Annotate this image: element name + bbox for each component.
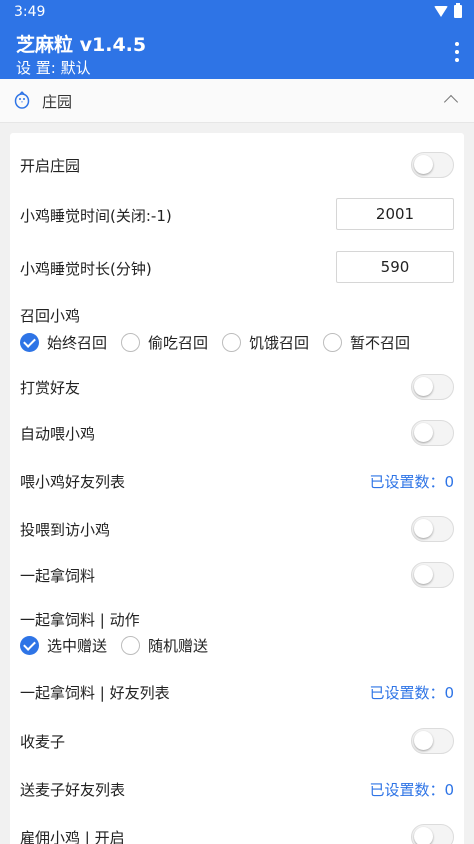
hire-chicken-toggle[interactable] (411, 824, 454, 844)
radio-action-selected-gift[interactable]: 选中赠送 (20, 635, 107, 656)
sleep-time-input[interactable]: 2001 (336, 198, 454, 230)
setting-label: 召回小鸡 (20, 307, 81, 325)
status-time: 3:49 (14, 4, 46, 20)
setting-hire-chicken: 雇佣小鸡 | 开启 (10, 822, 464, 844)
setting-label: 投喂到访小鸡 (20, 521, 111, 539)
radio-action-random-gift[interactable]: 随机赠送 (121, 635, 208, 656)
setting-feed-visiting: 投喂到访小鸡 (10, 514, 464, 544)
radio-recall-steal[interactable]: 偷吃召回 (121, 332, 208, 353)
setting-sleep-duration: 小鸡睡觉时长(分钟) 590 (10, 251, 464, 285)
setting-collect-feed: 一起拿饲料 (10, 560, 464, 590)
setting-label: 一起拿饲料 | 动作 (20, 611, 140, 629)
status-bar: 3:49 (0, 0, 474, 24)
sleep-duration-input[interactable]: 590 (336, 251, 454, 283)
setting-sleep-time: 小鸡睡觉时间(关闭:-1) 2001 (10, 198, 464, 232)
setting-auto-feed: 自动喂小鸡 (10, 418, 464, 448)
collect-feed-friend-count[interactable]: 已设置数：0 (369, 682, 454, 703)
radio-recall-hungry[interactable]: 饥饿召回 (222, 332, 309, 353)
section-title: 庄园 (42, 93, 73, 111)
setting-label: 一起拿饲料 (20, 567, 96, 585)
setting-recall: 召回小鸡 始终召回 偷吃召回 饥饿召回 暂不召回 (10, 304, 464, 356)
setting-label: 送麦子好友列表 (20, 781, 126, 799)
more-options-icon[interactable] (454, 42, 460, 62)
radio-unchecked-icon (121, 636, 141, 655)
radio-recall-always[interactable]: 始终召回 (20, 332, 107, 353)
battery-icon (454, 3, 462, 18)
enable-farm-toggle[interactable] (411, 152, 454, 178)
setting-label: 小鸡睡觉时间(关闭:-1) (20, 207, 172, 225)
setting-label: 喂小鸡好友列表 (20, 473, 126, 491)
setting-harvest-wheat: 收麦子 (10, 726, 464, 756)
recall-radio-group: 始终召回 偷吃召回 饥饿召回 暂不召回 (20, 332, 424, 353)
reward-friends-toggle[interactable] (411, 374, 454, 400)
setting-label: 自动喂小鸡 (20, 425, 96, 443)
setting-reward-friends: 打赏好友 (10, 372, 464, 402)
section-header-farm[interactable]: 庄园 (0, 79, 474, 123)
radio-unchecked-icon (121, 333, 141, 352)
app-subtitle: 设 置: 默认 (16, 59, 91, 77)
setting-label: 一起拿饲料 | 好友列表 (20, 684, 170, 702)
setting-label: 收麦子 (20, 733, 66, 751)
setting-label: 开启庄园 (20, 157, 81, 175)
setting-enable-farm: 开启庄园 (10, 150, 464, 180)
radio-recall-never[interactable]: 暂不召回 (323, 332, 410, 353)
setting-collect-feed-friends[interactable]: 一起拿饲料 | 好友列表 已设置数：0 (10, 677, 464, 707)
collect-action-radio-group: 选中赠送 随机赠送 (20, 635, 222, 656)
feed-friend-count[interactable]: 已设置数：0 (369, 471, 454, 492)
collect-feed-toggle[interactable] (411, 562, 454, 588)
radio-checked-icon (20, 636, 39, 655)
setting-gift-wheat-friends[interactable]: 送麦子好友列表 已设置数：0 (10, 774, 464, 804)
chevron-up-icon[interactable] (443, 94, 459, 110)
setting-collect-feed-action: 一起拿饲料 | 动作 选中赠送 随机赠送 (10, 608, 464, 660)
app-title: 芝麻粒 v1.4.5 (16, 34, 147, 56)
app-bar: 芝麻粒 v1.4.5 设 置: 默认 (0, 24, 474, 79)
harvest-wheat-toggle[interactable] (411, 728, 454, 754)
radio-unchecked-icon (222, 333, 242, 352)
setting-label: 打赏好友 (20, 379, 81, 397)
radio-unchecked-icon (323, 333, 343, 352)
wifi-icon (434, 6, 448, 17)
setting-label: 雇佣小鸡 | 开启 (20, 829, 125, 844)
feed-visiting-toggle[interactable] (411, 516, 454, 542)
chicken-icon (14, 91, 30, 109)
setting-feed-friend-list[interactable]: 喂小鸡好友列表 已设置数：0 (10, 466, 464, 496)
status-icons (434, 3, 462, 18)
setting-label: 小鸡睡觉时长(分钟) (20, 260, 152, 278)
gift-wheat-friend-count[interactable]: 已设置数：0 (369, 779, 454, 800)
radio-checked-icon (20, 333, 39, 352)
auto-feed-toggle[interactable] (411, 420, 454, 446)
